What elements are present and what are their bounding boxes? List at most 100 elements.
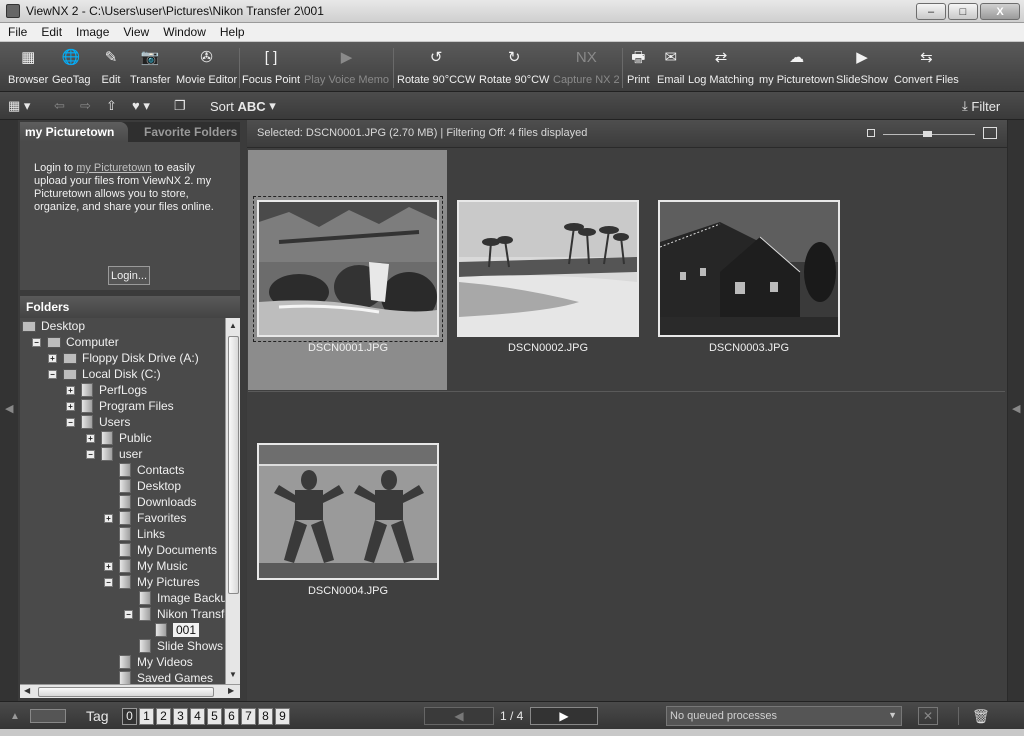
left-panel-collapse[interactable]: ◀: [0, 120, 18, 701]
tree-item[interactable]: My Videos: [104, 654, 193, 670]
scroll-left-icon[interactable]: ◀: [24, 686, 30, 695]
expand-icon[interactable]: +: [104, 513, 113, 523]
tree-item[interactable]: Image Backup: [124, 590, 225, 606]
tree-item[interactable]: + My Music: [104, 558, 188, 574]
tree-item[interactable]: 001: [140, 622, 200, 638]
collapse-icon[interactable]: −: [66, 417, 75, 427]
tag-3-button[interactable]: 3: [173, 707, 188, 725]
menu-view[interactable]: View: [115, 25, 155, 39]
toolbar-focus-point-button[interactable]: [ ] Focus Point: [242, 46, 300, 90]
view-mode-button[interactable]: ▦ ▾: [8, 97, 30, 115]
toolbar-my-picturetown-button[interactable]: ☁ my Picturetown: [759, 46, 834, 90]
tab-my-picturetown[interactable]: my Picturetown: [20, 122, 128, 142]
tree-item[interactable]: Slide Shows: [124, 638, 223, 654]
tag-9-button[interactable]: 9: [275, 707, 290, 725]
collapse-icon[interactable]: −: [104, 577, 113, 587]
forward-button[interactable]: ⇨: [80, 97, 91, 115]
beach-palms-photo[interactable]: [457, 200, 639, 337]
toolbar-rotate-90-ccw-button[interactable]: ↺ Rotate 90°CCW: [397, 46, 475, 90]
tree-item[interactable]: − Computer: [32, 334, 119, 350]
tree-item[interactable]: + Floppy Disk Drive (A:): [48, 350, 199, 366]
toolbar-rotate-90-cw-button[interactable]: ↻ Rotate 90°CW: [479, 46, 549, 90]
toolbar-capture-nx-2-button[interactable]: NX Capture NX 2: [553, 46, 620, 90]
window-toggle-button[interactable]: ❐: [174, 97, 186, 115]
cancel-queue-button[interactable]: ✕: [918, 707, 938, 725]
menu-image[interactable]: Image: [68, 25, 115, 39]
filter-button[interactable]: ⤓ Filter: [962, 97, 1000, 115]
favorite-folder-button[interactable]: ♥ ▾: [132, 97, 150, 115]
toolbar-convert-files-button[interactable]: ⇆ Convert Files: [894, 46, 959, 90]
collapse-icon[interactable]: −: [86, 449, 95, 459]
tree-item[interactable]: Saved Games: [104, 670, 213, 684]
expand-icon[interactable]: +: [66, 401, 75, 411]
prev-page-button[interactable]: ◀: [424, 707, 494, 725]
tree-item[interactable]: − Nikon Transfer: [124, 606, 225, 622]
toolbar-email-button[interactable]: ✉ Email: [657, 46, 685, 90]
layout-toggle[interactable]: [30, 707, 66, 725]
login-button[interactable]: Login...: [108, 266, 150, 285]
tree-item[interactable]: Desktop: [22, 318, 85, 334]
sort-button[interactable]: Sort ABC ▾: [210, 97, 276, 115]
menu-edit[interactable]: Edit: [33, 25, 68, 39]
tag-4-button[interactable]: 4: [190, 707, 205, 725]
tree-item[interactable]: My Documents: [104, 542, 217, 558]
picturetown-link[interactable]: my Picturetown: [76, 162, 151, 174]
tag-1-button[interactable]: 1: [139, 707, 154, 725]
hscroll-thumb[interactable]: [38, 687, 214, 697]
back-button[interactable]: ⇦: [54, 97, 65, 115]
toolbar-log-matching-button[interactable]: ⇄ Log Matching: [688, 46, 754, 90]
slider-knob[interactable]: [923, 131, 932, 137]
tag-2-button[interactable]: 2: [156, 707, 171, 725]
thumbnail-card[interactable]: DSCN0002.JPG: [457, 200, 639, 360]
expand-icon[interactable]: +: [86, 433, 95, 443]
building-night-photo[interactable]: [658, 200, 840, 337]
tab-favorite-folders[interactable]: Favorite Folders: [138, 122, 237, 142]
toolbar-movie-editor-button[interactable]: ✇ Movie Editor: [176, 46, 237, 90]
menu-help[interactable]: Help: [212, 25, 251, 39]
tree-item[interactable]: − Local Disk (C:): [48, 366, 161, 382]
collapse-icon[interactable]: −: [124, 609, 133, 619]
tag-5-button[interactable]: 5: [207, 707, 222, 725]
tree-horizontal-scrollbar[interactable]: ◀ ▶: [20, 684, 240, 698]
scroll-down-icon[interactable]: ▼: [229, 670, 237, 679]
expand-icon[interactable]: +: [48, 353, 57, 363]
scroll-thumb[interactable]: [228, 336, 239, 594]
tree-item[interactable]: + Program Files: [66, 398, 174, 414]
collapse-icon[interactable]: −: [48, 369, 57, 379]
tree-item[interactable]: − Users: [66, 414, 130, 430]
tree-item[interactable]: Desktop: [104, 478, 181, 494]
toolbar-transfer-button[interactable]: 📷 Transfer: [130, 46, 171, 90]
expand-icon[interactable]: +: [104, 561, 113, 571]
toolbar-edit-button[interactable]: ✎ Edit: [100, 46, 122, 90]
tree-item[interactable]: + Favorites: [104, 510, 186, 526]
thumbnail-card[interactable]: DSCN0004.JPG: [257, 443, 439, 603]
tree-item[interactable]: + PerfLogs: [66, 382, 147, 398]
thumbnail-card[interactable]: DSCN0003.JPG: [658, 200, 840, 360]
folder-up-button[interactable]: ⇧: [106, 97, 117, 115]
tag-0-button[interactable]: 0: [122, 707, 137, 725]
close-button[interactable]: X: [980, 3, 1020, 20]
toolbar-geotag-button[interactable]: 🌐 GeoTag: [52, 46, 91, 90]
scroll-up-icon[interactable]: ▲: [229, 321, 237, 330]
thumbnail-size-slider[interactable]: [867, 127, 997, 140]
toolbar-play-voice-memo-button[interactable]: ▶ Play Voice Memo: [304, 46, 389, 90]
collapse-icon[interactable]: −: [32, 337, 41, 347]
tree-item[interactable]: Links: [104, 526, 165, 542]
minimize-button[interactable]: –: [916, 3, 946, 20]
tag-8-button[interactable]: 8: [258, 707, 273, 725]
tree-item[interactable]: + Public: [86, 430, 152, 446]
scroll-right-icon[interactable]: ▶: [228, 686, 234, 695]
right-panel-collapse[interactable]: ◀: [1007, 120, 1024, 701]
maximize-button[interactable]: □: [948, 3, 978, 20]
next-page-button[interactable]: ▶: [530, 707, 598, 725]
queue-dropdown[interactable]: No queued processes ▼: [666, 706, 902, 726]
statues-photo[interactable]: [257, 443, 439, 580]
trash-button[interactable]: 🗑: [972, 707, 990, 725]
tree-item[interactable]: Downloads: [104, 494, 196, 510]
tag-7-button[interactable]: 7: [241, 707, 256, 725]
menu-file[interactable]: File: [0, 25, 33, 39]
toolbar-slideshow-button[interactable]: ▶ SlideShow: [836, 46, 888, 90]
tree-item[interactable]: Contacts: [104, 462, 184, 478]
tag-6-button[interactable]: 6: [224, 707, 239, 725]
expand-icon[interactable]: +: [66, 385, 75, 395]
